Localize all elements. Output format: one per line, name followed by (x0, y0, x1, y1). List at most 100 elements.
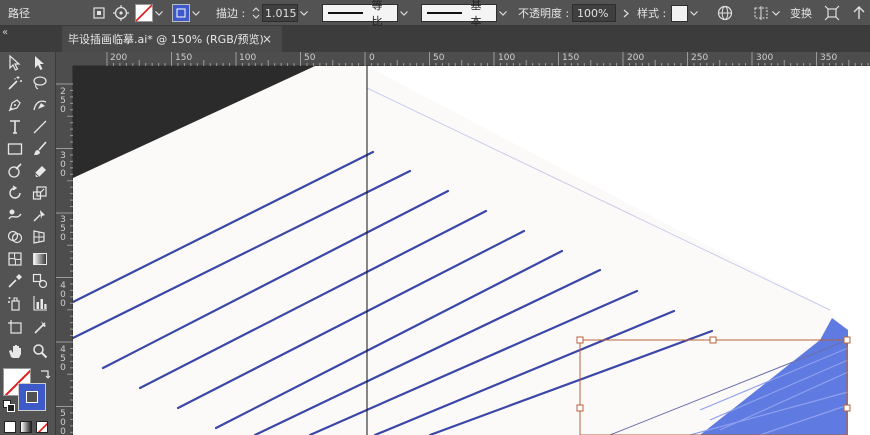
globe-icon[interactable] (716, 4, 734, 22)
isolate-icon[interactable] (823, 4, 841, 22)
resize-handle[interactable] (843, 336, 851, 344)
none-mode-icon[interactable] (36, 421, 48, 433)
lasso-icon[interactable] (30, 74, 50, 92)
mesh-tool-icon[interactable] (5, 250, 25, 268)
h-ruler-label: 350 (820, 53, 838, 63)
variable-width-profile[interactable]: 等比 (322, 0, 398, 28)
swap-fill-stroke-icon[interactable] (38, 368, 52, 382)
artwork (73, 66, 870, 435)
rectangle-tool-icon[interactable] (5, 140, 25, 158)
resize-handle[interactable] (576, 336, 584, 344)
align-icon[interactable] (752, 4, 770, 22)
stroke-label: 描边 : (216, 7, 246, 20)
h-ruler-label: 300 (756, 53, 774, 63)
resize-handle[interactable] (576, 404, 584, 412)
object-type-label: 路径 (8, 7, 30, 20)
brush-definition[interactable]: 基本 (421, 0, 497, 28)
h-ruler-label: 0 (369, 53, 375, 63)
fill-none-swatch-icon[interactable] (135, 4, 153, 22)
style-label: 样式 : (637, 7, 667, 20)
symbol-sprayer-icon[interactable] (5, 294, 25, 312)
document-tab[interactable]: 毕设插画临摹.ai* @ 150% (RGB/预览) × (62, 26, 282, 52)
vertical-ruler[interactable]: 250 300 350 400 450 500 (56, 66, 73, 435)
scale-tool-icon[interactable] (30, 184, 50, 202)
blend-tool-icon[interactable] (30, 272, 50, 290)
artboard-canvas[interactable] (73, 66, 870, 435)
stroke-weight-field[interactable]: 1.015 (262, 4, 298, 22)
recolor-icon[interactable] (112, 4, 130, 22)
vertical-ruler-ticks (56, 83, 73, 433)
profile-line-preview (328, 12, 364, 14)
column-graph-icon[interactable] (30, 294, 50, 312)
v-ruler-label: 250 (60, 87, 66, 115)
profile-dropdown-icon[interactable] (398, 4, 410, 22)
v-ruler-label: 500 (60, 409, 66, 435)
zoom-tool-icon[interactable] (30, 342, 50, 360)
h-ruler-label: 200 (627, 53, 645, 63)
transform-point-icon[interactable] (90, 4, 108, 22)
h-ruler-label: 100 (498, 53, 516, 63)
align-dropdown-icon[interactable] (770, 4, 782, 22)
slice-tool-icon[interactable] (30, 318, 50, 336)
style-dropdown-icon[interactable] (688, 4, 700, 22)
gradient-mode-icon[interactable] (20, 421, 32, 433)
warp-tool-icon[interactable] (5, 206, 25, 224)
panel-arrow-icon[interactable] (850, 4, 868, 22)
v-ruler-label: 350 (60, 215, 66, 243)
rotate-tool-icon[interactable] (5, 184, 25, 202)
stroke-dropdown-chevron-icon[interactable] (190, 4, 202, 22)
v-ruler-label: 400 (60, 281, 66, 309)
eraser-icon[interactable] (30, 162, 50, 180)
stroke-weight-stepper-icon[interactable] (250, 4, 262, 22)
horizontal-ruler-ticks (106, 52, 869, 66)
ruler-origin[interactable] (56, 52, 73, 66)
h-ruler-label: 100 (239, 53, 257, 63)
opacity-arrow-icon[interactable] (620, 4, 632, 22)
brush-label: 基本 (470, 0, 482, 28)
document-tab-title: 毕设插画临摹.ai* @ 150% (RGB/预览) (68, 33, 264, 46)
h-ruler-label: 250 (691, 53, 709, 63)
default-fill-stroke-icon[interactable] (3, 400, 15, 412)
h-ruler-label: 50 (304, 53, 316, 63)
transform-button[interactable]: 变换 (790, 5, 812, 21)
resize-handle[interactable] (843, 404, 851, 412)
stroke-color-indicator[interactable] (18, 383, 46, 411)
curvature-tool-icon[interactable] (30, 96, 50, 114)
stroke-swatch-icon[interactable] (172, 4, 190, 22)
control-bar: 路径 描边 : 1.015 等比 基本 不透明度: 100% 样式: 变换 (0, 0, 870, 28)
magic-wand-icon[interactable] (5, 74, 25, 92)
shaper-tool-icon[interactable] (5, 162, 25, 180)
opacity-field[interactable]: 100% (572, 4, 616, 22)
gradient-tool-icon[interactable] (30, 250, 50, 268)
resize-handle[interactable] (709, 336, 717, 344)
artboard-tool-icon[interactable] (5, 318, 25, 336)
shape-builder-icon[interactable] (5, 228, 25, 246)
collapse-panels-icon[interactable]: « (2, 27, 8, 38)
selection-tool-icon[interactable] (5, 54, 25, 72)
opacity-label: 不透明度 : (518, 7, 570, 20)
color-mode-icon[interactable] (4, 421, 16, 433)
tools-panel (0, 52, 56, 435)
h-ruler-label: 50 (433, 53, 445, 63)
free-transform-icon[interactable] (30, 206, 50, 224)
hand-tool-icon[interactable] (5, 342, 25, 360)
graphic-style-swatch[interactable] (671, 4, 688, 22)
v-ruler-label: 300 (60, 151, 66, 179)
stroke-inner-hole (26, 391, 38, 403)
perspective-grid-icon[interactable] (30, 228, 50, 246)
paintbrush-icon[interactable] (30, 140, 50, 158)
line-tool-icon[interactable] (30, 118, 50, 136)
stroke-weight-dropdown-icon[interactable] (298, 4, 310, 22)
brush-line-preview (427, 12, 463, 14)
brush-dropdown-icon[interactable] (497, 4, 509, 22)
h-ruler-label: 150 (562, 53, 580, 63)
profile-label: 等比 (371, 0, 383, 28)
fill-dropdown-chevron-icon[interactable] (153, 4, 165, 22)
pen-tool-icon[interactable] (5, 96, 25, 114)
direct-selection-tool-icon[interactable] (30, 54, 50, 72)
type-tool-icon[interactable] (5, 118, 25, 136)
close-tab-icon[interactable]: × (262, 32, 272, 46)
horizontal-ruler[interactable]: 200 150 100 50 0 50 100 150 200 250 300 … (73, 52, 870, 66)
eyedropper-icon[interactable] (5, 272, 25, 290)
h-ruler-label: 150 (175, 53, 193, 63)
